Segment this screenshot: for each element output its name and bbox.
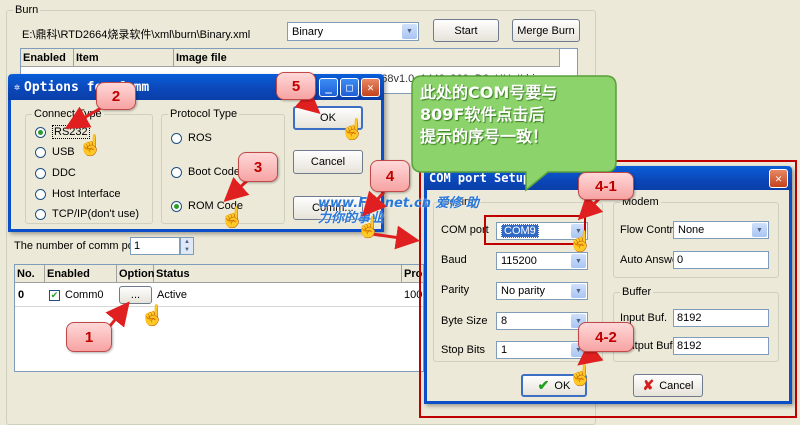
- hand-pointer-icon: ☝: [140, 305, 165, 327]
- arrow-4: [361, 190, 387, 217]
- hand-pointer-icon: ☝: [568, 231, 593, 253]
- hand-pointer-icon: ☝: [568, 365, 593, 387]
- arrow-1: [105, 301, 130, 328]
- badge-4-2: 4-2: [578, 322, 634, 352]
- badge-1: 1: [66, 322, 112, 352]
- badge-5: 5: [276, 72, 316, 100]
- hand-pointer-icon: ☝: [220, 207, 245, 229]
- hand-pointer-icon: ☝: [356, 217, 381, 239]
- arrow-3: [223, 177, 250, 203]
- arrow-4-1: [577, 194, 604, 221]
- badge-2: 2: [96, 82, 136, 110]
- badge-3: 3: [238, 152, 278, 182]
- arrows-overlay: [64, 89, 604, 366]
- badge-4: 4: [370, 160, 410, 192]
- badge-4-1: 4-1: [578, 172, 634, 200]
- hand-pointer-icon: ☝: [78, 135, 103, 157]
- hand-pointer-icon: ☝: [340, 119, 365, 141]
